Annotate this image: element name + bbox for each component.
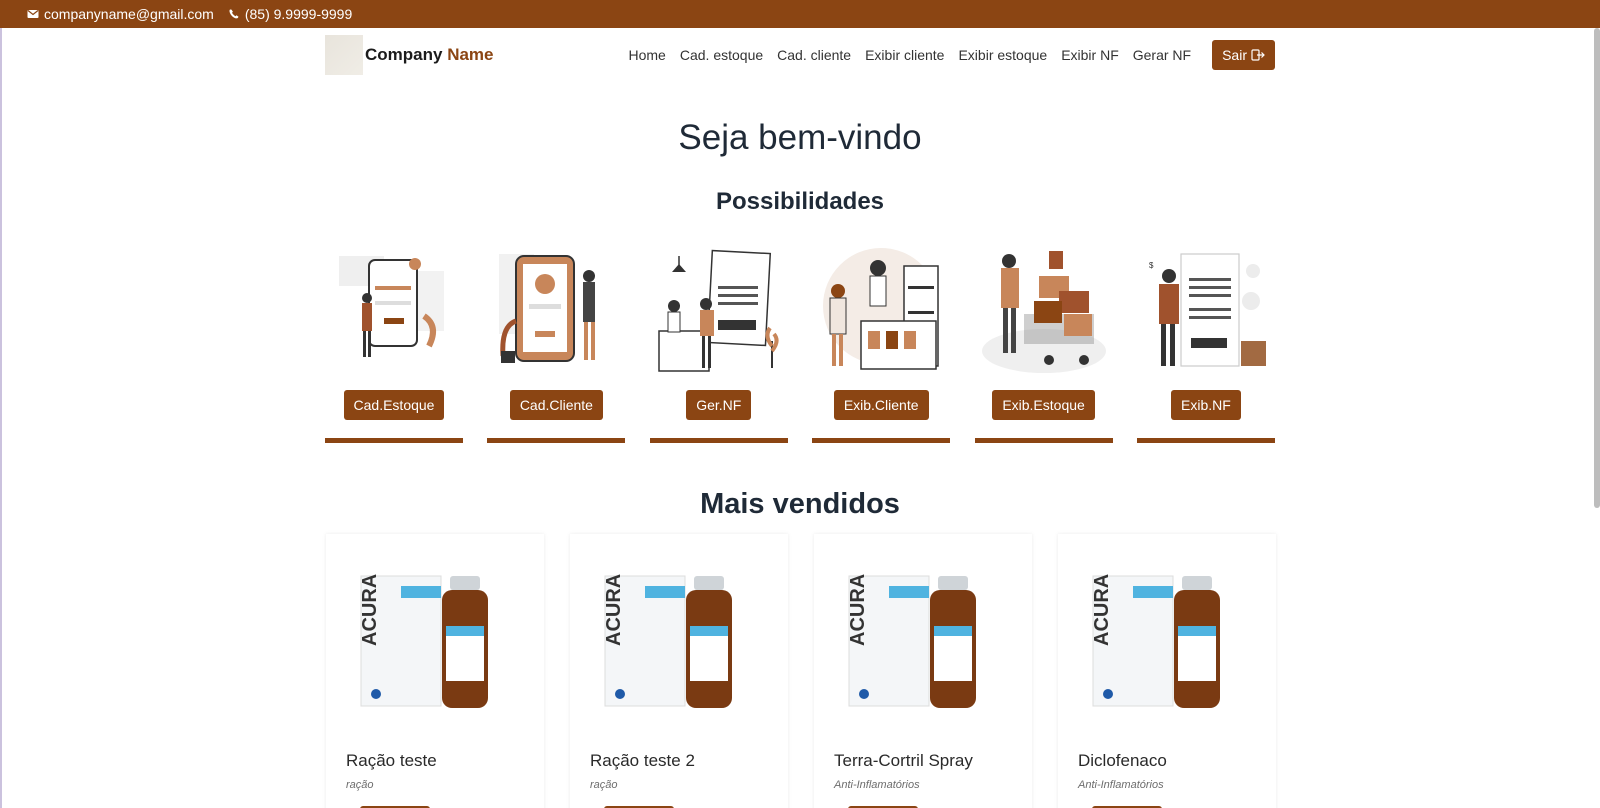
exib-nf-button[interactable]: Exib.NF [1171,390,1241,420]
feature-exib-cliente: Exib.Cliente [812,246,951,443]
product-image-icon: ACURA [847,574,976,708]
envelope-icon [27,10,39,18]
nav-cad-cliente[interactable]: Cad. cliente [777,47,851,63]
feature-divider [649,438,788,443]
svg-text:$: $ [1149,261,1154,270]
logout-label: Sair [1222,47,1247,63]
products-grid: ACURA Ração teste ração ACURA Ração test… [326,534,1276,808]
welcome-profile-illustration-icon [499,254,596,363]
svg-text:ACURA: ACURA [1091,574,1113,646]
receipt-invoice-illustration-icon: $ [1149,253,1266,367]
brand-main: Company [365,45,443,64]
nav-exibir-cliente[interactable]: Exibir cliente [865,47,944,63]
feature-divider [1136,438,1275,443]
svg-text:ACURA: ACURA [603,574,625,646]
nav-exibir-estoque[interactable]: Exibir estoque [958,47,1047,63]
ger-nf-button[interactable]: Ger.NF [686,390,752,420]
nav-links: Home Cad. estoque Cad. cliente Exibir cl… [615,40,1275,70]
store-receipt-illustration-icon [658,249,779,372]
product-card[interactable]: ACURA Ração teste 2 ração [570,534,788,808]
nav-home[interactable]: Home [629,47,666,63]
phone-text: (85) 9.9999-9999 [244,6,353,22]
product-image-icon: ACURA [603,574,732,708]
email-contact: companyname@gmail.com [27,6,214,22]
feature-exib-nf: $ Exib.NF [1136,246,1275,443]
product-category: ração [590,779,618,791]
scrollbar[interactable] [1594,28,1600,508]
cad-cliente-button[interactable]: Cad.Cliente [509,390,603,420]
feature-divider [325,438,463,443]
exib-estoque-button[interactable]: Exib.Estoque [992,390,1095,420]
possibilities-title: Possibilidades [715,188,885,215]
warehouse-boxes-illustration-icon [981,251,1106,373]
feature-divider [812,438,951,443]
feature-divider [487,438,626,443]
feature-cad-estoque: Cad.Estoque [325,246,463,443]
svg-text:ACURA: ACURA [847,574,869,646]
brand-name[interactable]: Company Name [365,45,494,65]
nav-cad-estoque[interactable]: Cad. estoque [680,47,763,63]
logo-image[interactable] [325,35,363,75]
phone-contact: (85) 9.9999-9999 [228,6,352,22]
brand-accent: Name [447,45,494,64]
best-sellers-title: Mais vendidos [700,488,900,520]
navbar: Company Name Home Cad. estoque Cad. clie… [325,34,1275,76]
shop-counter-illustration-icon [823,248,940,370]
product-image-icon: ACURA [1091,574,1220,708]
product-category: Anti-Inflamatórios [1078,779,1164,791]
cad-estoque-button[interactable]: Cad.Estoque [343,390,445,420]
product-name: Ração teste [346,751,437,770]
contact-topbar: companyname@gmail.com (85) 9.9999-9999 [0,0,1600,28]
feature-divider [974,438,1113,443]
nav-gerar-nf[interactable]: Gerar NF [1133,47,1191,63]
product-name: Diclofenaco [1078,751,1167,770]
mobile-login-illustration-icon [339,256,444,357]
nav-exibir-nf[interactable]: Exibir NF [1061,47,1119,63]
features-row: Cad.Estoque Cad.Cliente Ger.NF Exib.Clie… [325,246,1275,443]
product-card[interactable]: ACURA Diclofenaco Anti-Inflamatórios [1058,534,1276,808]
product-category: Anti-Inflamatórios [834,779,920,791]
logout-button[interactable]: Sair [1212,40,1275,70]
logout-icon [1251,49,1265,61]
email-text: companyname@gmail.com [44,6,214,22]
product-name: Ração teste 2 [590,751,695,770]
svg-text:ACURA: ACURA [359,574,381,646]
product-name: Terra-Cortril Spray [834,751,973,770]
product-category: ração [346,779,374,791]
feature-ger-nf: Ger.NF [649,246,788,443]
product-image-icon: ACURA [359,574,488,708]
welcome-title: Seja bem-vindo [678,118,922,157]
feature-exib-estoque: Exib.Estoque [974,246,1113,443]
phone-icon [229,9,239,19]
feature-cad-cliente: Cad.Cliente [487,246,626,443]
product-card[interactable]: ACURA Terra-Cortril Spray Anti-Inflamató… [814,534,1032,808]
product-card[interactable]: ACURA Ração teste ração [326,534,544,808]
exib-cliente-button[interactable]: Exib.Cliente [833,390,929,420]
